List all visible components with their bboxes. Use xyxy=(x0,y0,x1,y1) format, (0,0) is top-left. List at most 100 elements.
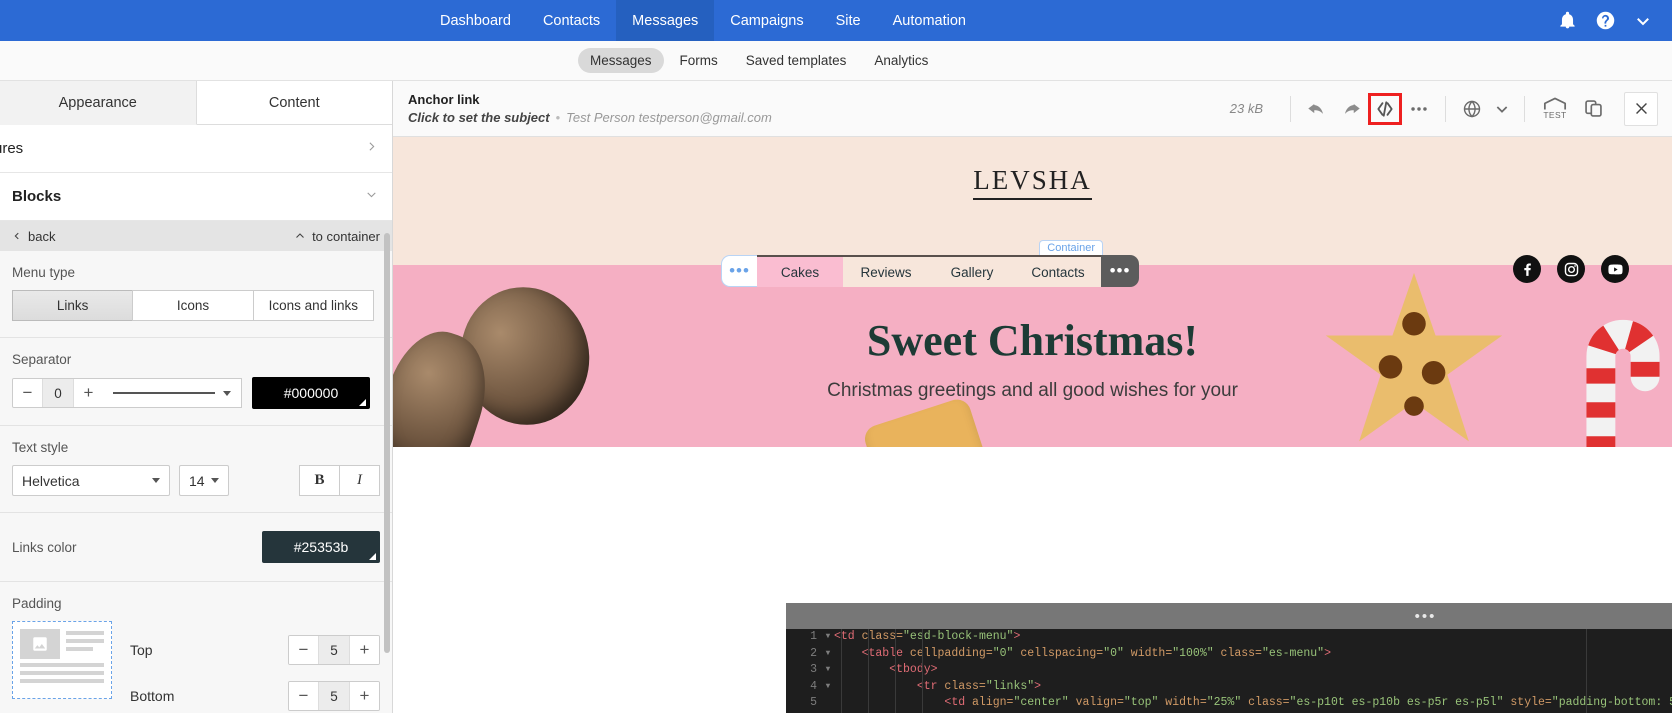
separator-color-swatch[interactable]: #000000 xyxy=(252,377,370,409)
font-family-select[interactable]: Helvetica xyxy=(12,465,170,496)
code-line: 2 ▾ <table cellpadding="0" cellspacing="0… xyxy=(786,646,1672,663)
top-nav-item-automation[interactable]: Automation xyxy=(877,0,982,41)
email-hero-block: Sweet Christmas! Christmas greetings and… xyxy=(393,265,1672,447)
code-fold-toggle[interactable]: ▾ xyxy=(822,679,834,696)
tab-appearance-label: Appearance xyxy=(58,94,137,111)
sub-nav-item-messages[interactable]: Messages xyxy=(578,48,664,73)
padding-bottom-label: Bottom xyxy=(130,688,175,704)
menu-type-label: Menu type xyxy=(12,265,76,280)
close-button[interactable] xyxy=(1624,91,1658,126)
font-size-select[interactable]: 14 xyxy=(179,465,229,496)
duplicate-button[interactable] xyxy=(1576,93,1610,125)
separator-style-select[interactable] xyxy=(103,378,242,408)
padding-bottom-increase-button[interactable]: + xyxy=(350,682,379,710)
settings-left-panel: Appearance Content ures Blocks back xyxy=(0,81,393,713)
top-nav-item-label: Dashboard xyxy=(440,12,511,29)
code-fold-toggle[interactable]: ▾ xyxy=(822,662,834,679)
undo-arrow-icon xyxy=(1308,103,1323,114)
ellipsis-icon xyxy=(1411,106,1427,111)
section-row-structures-label: ures xyxy=(0,140,24,157)
code-line-number: 2 xyxy=(810,646,817,660)
padding-bottom-value[interactable]: 5 xyxy=(318,682,350,710)
top-nav-item-site[interactable]: Site xyxy=(820,0,877,41)
separator-width-value[interactable]: 0 xyxy=(42,379,74,407)
code-view-button[interactable] xyxy=(1368,92,1402,125)
minus-icon: − xyxy=(22,383,33,402)
minus-icon: − xyxy=(298,686,309,705)
padding-top-value[interactable]: 5 xyxy=(318,636,350,664)
padding-top-increase-button[interactable]: + xyxy=(350,636,379,664)
brand-logo-text: LEVSHA xyxy=(973,165,1092,200)
menu-link-reviews[interactable]: Reviews xyxy=(843,257,929,287)
account-chevron-down-icon[interactable] xyxy=(1634,12,1652,30)
youtube-icon[interactable] xyxy=(1601,255,1629,283)
bold-button-label: B xyxy=(314,472,325,488)
menu-link-gallery[interactable]: Gallery xyxy=(929,257,1015,287)
menu-type-option-icons-label: Icons xyxy=(176,298,210,313)
globe-icon xyxy=(1463,99,1481,118)
separator-increase-button[interactable]: + xyxy=(74,379,103,407)
sub-nav-item-saved-templates[interactable]: Saved templates xyxy=(734,48,859,73)
code-pane-resize-handle[interactable]: ••• xyxy=(786,603,1672,629)
top-nav-items: Dashboard Contacts Messages Campaigns Site Au… xyxy=(424,0,982,41)
menu-options-handle-right[interactable]: ••• xyxy=(1101,255,1139,287)
test-send-button[interactable]: TEST xyxy=(1534,93,1576,125)
notification-bell-icon[interactable] xyxy=(1558,11,1577,30)
padding-bottom-decrease-button[interactable]: − xyxy=(289,682,318,710)
padding-top-label: Top xyxy=(130,642,153,658)
container-badge[interactable]: Container xyxy=(1039,240,1103,255)
tab-content[interactable]: Content xyxy=(196,81,392,125)
toolbar-divider xyxy=(1290,95,1291,122)
code-line-text: <tr class="links"> xyxy=(834,679,1042,693)
test-send-label: TEST xyxy=(1543,110,1567,120)
menu-type-option-icons[interactable]: Icons xyxy=(132,290,254,321)
facebook-icon[interactable] xyxy=(1513,255,1541,283)
editor-title-block: Anchor link Click to set the subject • T… xyxy=(393,91,772,126)
top-nav-item-contacts[interactable]: Contacts xyxy=(527,0,616,41)
redo-button[interactable] xyxy=(1334,93,1368,125)
back-button[interactable]: back xyxy=(12,229,55,244)
subject-placeholder[interactable]: Click to set the subject xyxy=(408,109,550,127)
menu-link-cakes[interactable]: Cakes xyxy=(757,257,843,287)
top-nav-item-label: Messages xyxy=(632,12,699,29)
sub-nav-item-forms[interactable]: Forms xyxy=(668,48,730,73)
ellipsis-icon: ••• xyxy=(729,261,750,280)
message-meta: Click to set the subject • Test Person t… xyxy=(408,109,772,127)
italic-button[interactable]: I xyxy=(339,465,380,496)
top-nav-item-dashboard[interactable]: Dashboard xyxy=(424,0,527,41)
links-color-swatch[interactable]: #25353b xyxy=(262,531,380,563)
section-row-structures[interactable]: ures xyxy=(0,125,392,173)
text-style-section: Text style Helvetica 14 B I xyxy=(0,426,392,513)
top-nav-item-label: Contacts xyxy=(542,12,601,29)
instagram-icon[interactable] xyxy=(1557,255,1585,283)
toolbar-divider xyxy=(1445,95,1446,122)
top-nav-item-messages[interactable]: Messages xyxy=(616,0,715,41)
italic-button-label: I xyxy=(357,472,362,488)
sub-nav-items: Messages Forms Saved templates Analytics xyxy=(578,48,940,73)
padding-top-decrease-button[interactable]: − xyxy=(289,636,318,664)
language-button[interactable] xyxy=(1455,93,1489,125)
help-question-icon[interactable] xyxy=(1595,10,1616,31)
separator-decrease-button[interactable]: − xyxy=(13,379,42,407)
code-fold-toggle[interactable]: ▾ xyxy=(822,646,834,663)
sub-nav-item-label: Messages xyxy=(590,53,652,68)
html-code-editor-pane: ••• 1 ▾ <td class="esd-block-menu"> 2 ▾ <tab… xyxy=(786,603,1672,713)
tab-appearance[interactable]: Appearance xyxy=(0,81,197,125)
language-dropdown-button[interactable] xyxy=(1489,93,1515,125)
menu-type-option-icons-and-links[interactable]: Icons and links xyxy=(252,290,374,321)
section-row-blocks[interactable]: Blocks xyxy=(0,173,392,221)
menu-drag-handle-left[interactable]: ••• xyxy=(721,255,757,287)
left-panel-scrollbar[interactable] xyxy=(384,233,390,653)
menu-link-contacts[interactable]: Contacts xyxy=(1015,257,1101,287)
undo-button[interactable] xyxy=(1300,93,1334,125)
sub-navigation-bar: Messages Forms Saved templates Analytics xyxy=(0,41,1672,81)
menu-type-option-links[interactable]: Links xyxy=(12,290,134,321)
to-container-button[interactable]: to container xyxy=(294,229,380,244)
font-family-value: Helvetica xyxy=(22,472,80,489)
sub-nav-item-analytics[interactable]: Analytics xyxy=(862,48,940,73)
code-editor-body[interactable]: 1 ▾ <td class="esd-block-menu"> 2 ▾ <table c… xyxy=(786,629,1672,713)
more-options-button[interactable] xyxy=(1402,93,1436,125)
code-fold-toggle[interactable]: ▾ xyxy=(822,629,834,646)
bold-button[interactable]: B xyxy=(299,465,340,496)
top-nav-item-campaigns[interactable]: Campaigns xyxy=(714,0,819,41)
